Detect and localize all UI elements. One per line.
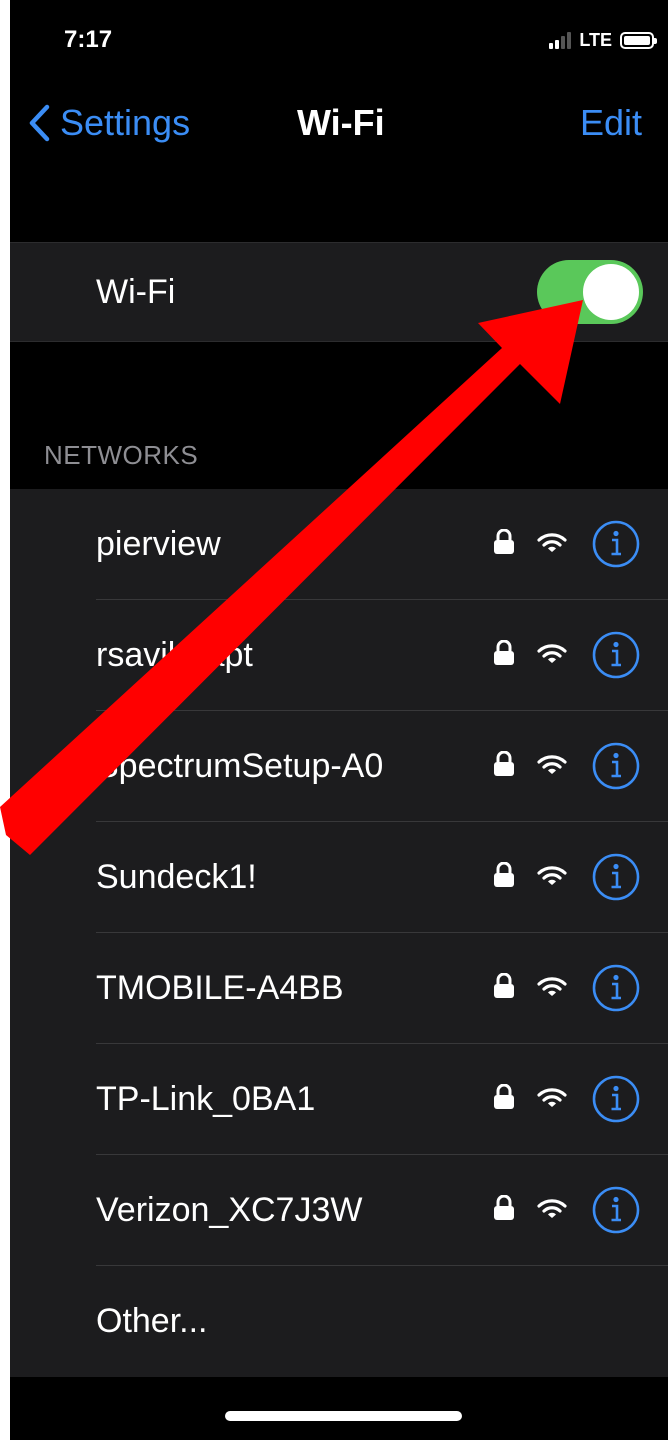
status-time: 7:17: [64, 26, 113, 53]
wifi-icon: [537, 976, 567, 998]
network-row[interactable]: rsavile-apt: [10, 600, 668, 711]
toggle-knob: [583, 264, 639, 320]
network-name: Verizon_XC7J3W: [96, 1191, 363, 1229]
chevron-left-icon: [29, 104, 50, 142]
lock-icon: [493, 861, 515, 888]
lock-icon: [493, 1083, 515, 1110]
back-button[interactable]: Settings: [28, 100, 190, 146]
network-row[interactable]: TMOBILE-A4BB: [10, 933, 668, 1044]
other-network-row[interactable]: Other...: [10, 1266, 668, 1377]
network-list: pierview rsavile-apt SpectrumSetup-A0 Sunde…: [10, 489, 668, 1377]
edit-button[interactable]: Edit: [580, 102, 642, 144]
other-network-label: Other...: [96, 1302, 208, 1340]
carrier-label: LTE: [579, 29, 612, 50]
info-icon[interactable]: [591, 1074, 641, 1124]
info-icon[interactable]: [591, 519, 641, 569]
lock-icon: [493, 1194, 515, 1221]
wifi-icon: [537, 532, 567, 554]
wifi-icon: [537, 865, 567, 887]
wifi-icon: [537, 643, 567, 665]
network-row[interactable]: Sundeck1!: [10, 822, 668, 933]
info-icon[interactable]: [591, 630, 641, 680]
status-indicators: LTE: [549, 28, 657, 52]
page-title: Wi-Fi: [297, 102, 385, 143]
network-name: pierview: [96, 525, 221, 563]
signal-icon: [549, 31, 572, 49]
wifi-toggle-label: Wi-Fi: [96, 273, 176, 311]
wifi-icon: [537, 1087, 567, 1109]
battery-icon: [620, 31, 657, 49]
lock-icon: [493, 639, 515, 666]
info-icon[interactable]: [591, 1185, 641, 1235]
network-name: TP-Link_0BA1: [96, 1080, 316, 1118]
info-icon[interactable]: [591, 963, 641, 1013]
network-row[interactable]: SpectrumSetup-A0: [10, 711, 668, 822]
network-row[interactable]: TP-Link_0BA1: [10, 1044, 668, 1155]
networks-header: NETWORKS: [44, 440, 199, 470]
info-icon[interactable]: [591, 852, 641, 902]
network-name: SpectrumSetup-A0: [96, 747, 384, 785]
lock-icon: [493, 972, 515, 999]
network-row[interactable]: Verizon_XC7J3W: [10, 1155, 668, 1266]
home-indicator[interactable]: [225, 1411, 462, 1421]
lock-icon: [493, 528, 515, 555]
back-button-label: Settings: [60, 102, 191, 143]
network-row[interactable]: pierview: [10, 489, 668, 600]
wifi-icon: [537, 754, 567, 776]
wifi-toggle-row: Wi-Fi: [10, 242, 668, 342]
network-name: Sundeck1!: [96, 858, 257, 896]
wifi-toggle[interactable]: [537, 260, 643, 324]
network-name: TMOBILE-A4BB: [96, 969, 344, 1007]
info-icon[interactable]: [591, 741, 641, 791]
phone-screen: 7:17 LTE Settings Wi-Fi Edit Wi-Fi NETWO…: [10, 0, 668, 1440]
network-name: rsavile-apt: [96, 636, 253, 674]
lock-icon: [493, 750, 515, 777]
wifi-icon: [537, 1198, 567, 1220]
